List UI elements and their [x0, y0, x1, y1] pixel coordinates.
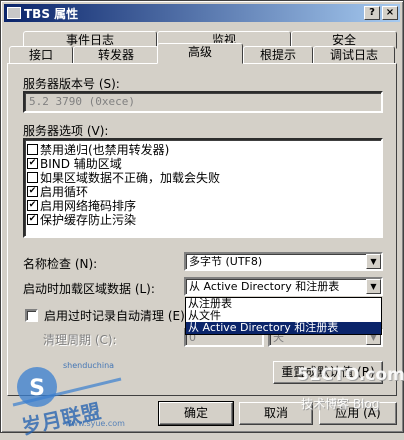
scavenging-row[interactable]: 启用过时记录自动清理 (E)	[25, 307, 185, 324]
tab-interfaces[interactable]: 接口	[9, 46, 73, 64]
option-secure-cache[interactable]: ✔ 保护缓存防止污染	[25, 212, 381, 227]
server-icon	[7, 7, 21, 19]
checkbox-icon[interactable]	[27, 143, 38, 155]
properties-dialog: TBS 属性 ? × 事件日志 监视 安全 接口 转发器 高级 根提示 调试日志…	[0, 0, 404, 439]
tab-advanced[interactable]: 高级	[157, 43, 243, 64]
title-bar: TBS 属性 ? ×	[4, 4, 400, 22]
option-label: 保护缓存防止污染	[40, 212, 137, 227]
load-zone-dropdown: 从注册表 从文件 从 Active Directory 和注册表	[185, 297, 382, 335]
window-title: TBS 属性	[24, 6, 79, 21]
chevron-down-icon[interactable]: ▼	[366, 279, 381, 294]
apply-button[interactable]: 应用 (A)	[319, 402, 397, 425]
checkbox-icon[interactable]	[27, 171, 38, 183]
cancel-button[interactable]: 取消	[239, 402, 313, 425]
checkmark-icon[interactable]: ✔	[27, 199, 38, 211]
options-list: 禁用递归(也禁用转发器) ✔ BIND 辅助区域 如果区域数据不正确，加载会失败…	[23, 138, 383, 238]
load-zone-label: 启动时加载区域数据 (L):	[23, 282, 155, 296]
name-check-label: 名称检查 (N):	[23, 257, 98, 271]
load-zone-value: 从 Active Directory 和注册表	[189, 280, 340, 293]
tab-forwarders[interactable]: 转发器	[73, 46, 159, 64]
scavenging-label: 启用过时记录自动清理 (E)	[44, 309, 185, 323]
chevron-down-icon[interactable]: ▼	[366, 254, 381, 269]
dropdown-option-ad-and-registry[interactable]: 从 Active Directory 和注册表	[186, 322, 381, 334]
reset-defaults-button[interactable]: 重置成默认值 (R)	[273, 361, 383, 384]
tab-root-hints[interactable]: 根提示	[243, 46, 313, 64]
watermark-text: 岁月联盟	[19, 398, 103, 440]
checkmark-icon[interactable]: ✔	[27, 185, 38, 197]
help-button[interactable]: ?	[364, 6, 380, 20]
scavenging-period-label: 清理周期 (C):	[43, 333, 117, 347]
tab-debug-logging[interactable]: 调试日志	[313, 46, 395, 64]
checkmark-icon[interactable]: ✔	[27, 213, 38, 225]
scavenging-checkbox[interactable]	[25, 309, 38, 322]
watermark-url: www.syue.com	[65, 419, 125, 428]
version-field: 5.2 3790 (0xece)	[23, 91, 383, 113]
close-button[interactable]: ×	[382, 6, 398, 20]
version-label: 服务器版本号 (S):	[23, 77, 120, 91]
options-label: 服务器选项 (V):	[23, 124, 109, 138]
checkmark-icon[interactable]: ✔	[27, 157, 38, 169]
name-check-value: 多字节 (UTF8)	[189, 255, 263, 268]
ok-button[interactable]: 确定	[158, 401, 234, 426]
load-zone-select[interactable]: 从 Active Directory 和注册表 ▼	[184, 277, 383, 296]
name-check-select[interactable]: 多字节 (UTF8) ▼	[184, 252, 383, 271]
